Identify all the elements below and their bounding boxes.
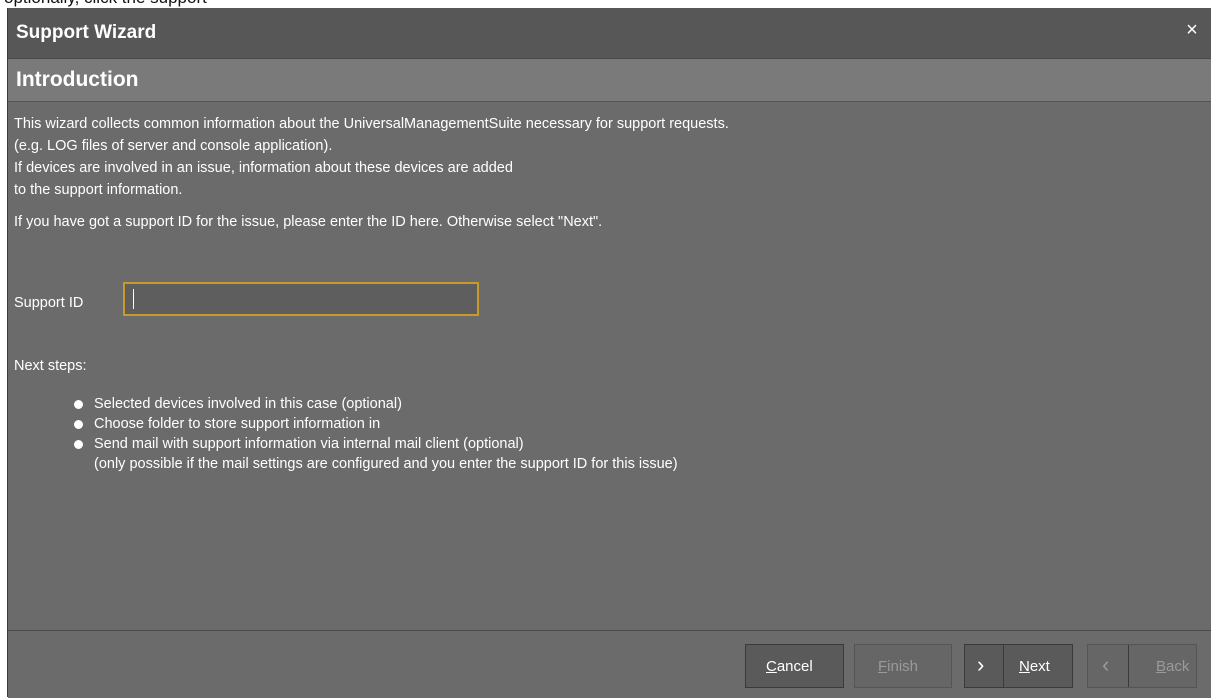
intro-line: (e.g. LOG files of server and console ap… (14, 138, 333, 154)
intro-line: to the support information. (14, 182, 183, 198)
text-caret (133, 289, 134, 309)
step-text: Choose folder to store support informati… (94, 416, 381, 432)
dialog-title: Support Wizard (16, 22, 157, 43)
support-wizard-dialog: Support Wizard × Introduction This wizar… (7, 8, 1211, 698)
support-id-label: Support ID (14, 295, 84, 311)
page-title: Introduction (16, 68, 139, 91)
bullet-icon (74, 420, 83, 429)
step-text: Selected devices involved in this case (… (94, 396, 402, 412)
list-item: Send mail with support information via i… (74, 434, 678, 454)
back-button[interactable]: ‹ Back (1087, 644, 1197, 688)
chevron-left-icon: ‹ (1102, 652, 1110, 677)
mnemonic: C (766, 658, 777, 675)
step-note-text: (only possible if the mail settings are … (94, 456, 678, 472)
finish-label: Finish (878, 658, 918, 675)
intro-line: This wizard collects common information … (14, 116, 729, 132)
label-rest: ext (1029, 658, 1050, 675)
finish-button[interactable]: Finish (854, 644, 952, 688)
partial-text: optionally, click the support (4, 0, 207, 8)
mnemonic: N (1019, 658, 1030, 675)
page-header: Introduction (8, 59, 1211, 102)
step-note: (only possible if the mail settings are … (74, 454, 678, 474)
label-rest: inish (887, 658, 919, 675)
list-item: Selected devices involved in this case (… (74, 394, 678, 414)
mnemonic: B (1156, 658, 1167, 675)
button-divider (1128, 645, 1129, 687)
label-rest: ancel (776, 658, 813, 675)
title-bar: Support Wizard × (8, 8, 1211, 59)
background-partial-text: optionally, click the support (0, 0, 1211, 8)
next-button[interactable]: › Next (964, 644, 1073, 688)
mnemonic: F (878, 658, 888, 675)
next-steps-label: Next steps: (14, 358, 87, 374)
button-bar: Cancel Finish › Next ‹ Back (8, 630, 1211, 698)
next-label: Next (1019, 658, 1050, 675)
back-label: Back (1156, 658, 1189, 675)
support-id-prompt: If you have got a support ID for the iss… (14, 214, 603, 230)
step-text: Send mail with support information via i… (94, 436, 524, 452)
close-icon[interactable]: × (1180, 18, 1204, 42)
next-steps-list: Selected devices involved in this case (… (74, 394, 678, 474)
wizard-content: This wizard collects common information … (8, 102, 1211, 630)
bullet-icon (74, 400, 83, 409)
intro-line: If devices are involved in an issue, inf… (14, 160, 513, 176)
list-item: Choose folder to store support informati… (74, 414, 678, 434)
cancel-label: Cancel (766, 658, 813, 675)
button-divider (1003, 645, 1004, 687)
support-id-input[interactable] (123, 282, 479, 316)
cancel-button[interactable]: Cancel (745, 644, 844, 688)
chevron-right-icon: › (977, 652, 985, 677)
bullet-icon (74, 440, 83, 449)
label-rest: ack (1166, 658, 1190, 675)
